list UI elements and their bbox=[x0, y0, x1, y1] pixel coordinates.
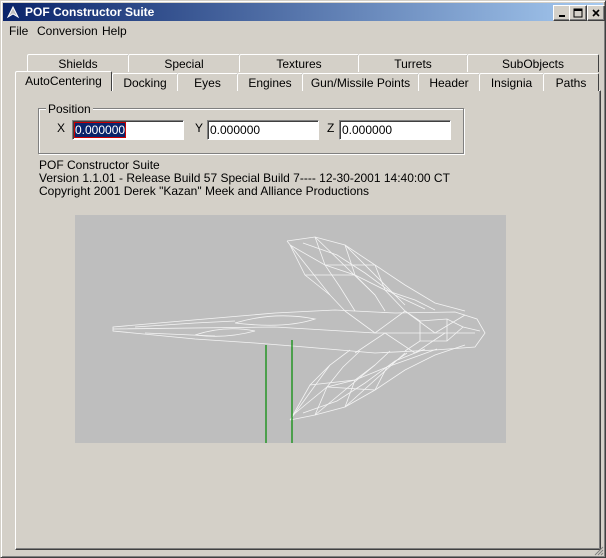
window-title: POF Constructor Suite bbox=[25, 5, 155, 19]
menu-conversion[interactable]: Conversion bbox=[37, 24, 98, 38]
x-label: X bbox=[57, 121, 66, 135]
menu-file[interactable]: File bbox=[9, 24, 28, 38]
about-title: POF Constructor Suite bbox=[39, 158, 160, 172]
model-viewport[interactable] bbox=[75, 215, 506, 443]
x-field[interactable]: 0.000000 bbox=[72, 120, 184, 140]
y-label: Y bbox=[195, 121, 204, 135]
tab-gun-missile-points[interactable]: Gun/Missile Points bbox=[302, 73, 419, 91]
tab-turrets[interactable]: Turrets bbox=[358, 54, 468, 72]
about-version: Version 1.1.01 - Release Build 57 Specia… bbox=[39, 171, 450, 185]
maximize-icon bbox=[573, 8, 583, 18]
z-label: Z bbox=[327, 121, 335, 135]
title-bar[interactable]: POF Constructor Suite bbox=[3, 3, 605, 21]
z-field[interactable]: 0.000000 bbox=[339, 120, 451, 140]
tab-autocentering[interactable]: AutoCentering bbox=[15, 71, 112, 91]
tab-special[interactable]: Special bbox=[128, 54, 240, 72]
x-value: 0.000000 bbox=[73, 122, 127, 138]
tab-shields[interactable]: Shields bbox=[27, 54, 129, 72]
tab-engines[interactable]: Engines bbox=[237, 73, 303, 91]
position-group-label: Position bbox=[46, 102, 93, 116]
y-field[interactable]: 0.000000 bbox=[207, 120, 319, 140]
tab-header[interactable]: Header bbox=[418, 73, 480, 91]
close-button[interactable] bbox=[587, 5, 605, 21]
tab-docking[interactable]: Docking bbox=[112, 73, 178, 91]
menu-help[interactable]: Help bbox=[102, 24, 127, 38]
app-icon bbox=[6, 5, 20, 19]
ship-wireframe bbox=[112, 236, 486, 443]
close-icon bbox=[592, 9, 600, 17]
tab-insignia[interactable]: Insignia bbox=[479, 73, 544, 91]
about-copyright: Copyright 2001 Derek "Kazan" Meek and Al… bbox=[39, 184, 370, 198]
tab-paths[interactable]: Paths bbox=[543, 73, 599, 91]
tab-textures[interactable]: Textures bbox=[239, 54, 359, 72]
minimize-icon bbox=[559, 15, 565, 17]
maximize-button[interactable] bbox=[569, 5, 587, 21]
resize-grip-icon[interactable] bbox=[592, 544, 604, 556]
tab-subobjects[interactable]: SubObjects bbox=[467, 54, 599, 72]
tab-eyes[interactable]: Eyes bbox=[177, 73, 238, 91]
menu-bar: File Conversion Help bbox=[3, 22, 603, 40]
